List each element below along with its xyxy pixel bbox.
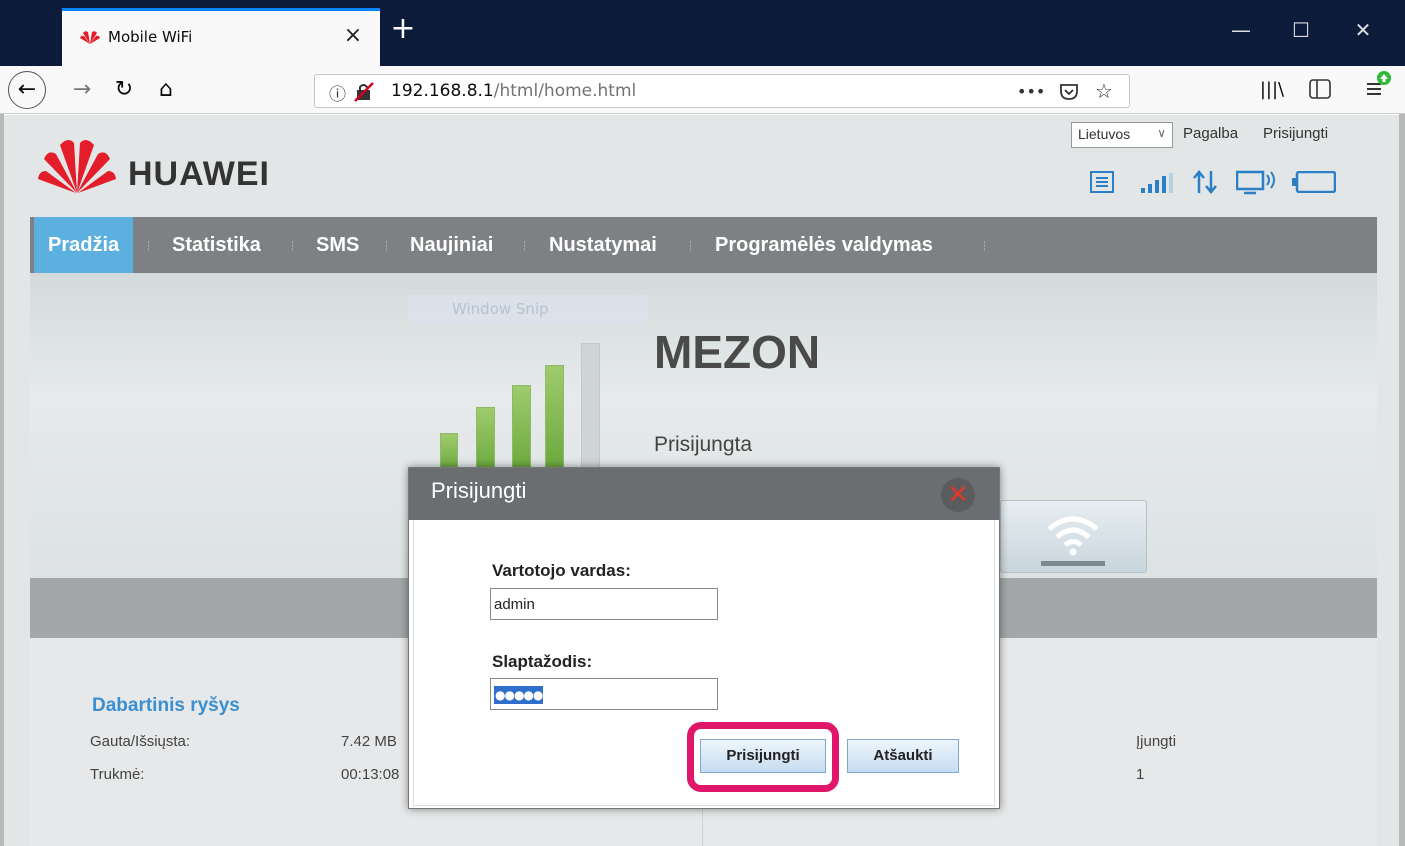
menu-item-sms[interactable]: SMS — [302, 217, 373, 273]
connection-status: Prisijungta — [654, 433, 753, 456]
close-icon[interactable]: ✕ — [941, 478, 975, 512]
url-host: 192.168.8.1 — [391, 81, 494, 101]
tab-close-icon[interactable]: × — [340, 23, 366, 49]
browser-navbar: ← → ↻ ⌂ ⓘ 192.168.8.1/html/home.html •••… — [0, 66, 1405, 114]
new-tab-icon[interactable]: + — [388, 14, 418, 44]
bookmark-star-icon[interactable]: ☆ — [1095, 79, 1113, 103]
help-link[interactable]: Pagalba — [1183, 125, 1238, 142]
huawei-favicon-icon — [80, 31, 100, 44]
url-bar[interactable]: ⓘ 192.168.8.1/html/home.html ••• ☆ — [314, 74, 1130, 108]
language-value: Lietuvos — [1078, 126, 1131, 142]
received-sent-label: Gauta/Išsiųsta: — [90, 733, 191, 750]
signal-icon — [1141, 173, 1173, 193]
received-sent-value: 7.42 MB — [341, 733, 397, 750]
duration-label: Trukmė: — [90, 766, 145, 783]
menu-separator — [386, 241, 388, 251]
login-submit-button[interactable]: Prisijungti — [700, 739, 826, 773]
forward-icon[interactable]: → — [64, 72, 100, 108]
library-icon[interactable]: |||\ — [1254, 72, 1290, 108]
data-transfer-icon — [1193, 170, 1217, 194]
url-text[interactable]: 192.168.8.1/html/home.html — [391, 81, 636, 101]
menu-item-programeles-valdymas[interactable]: Programėlės valdymas — [701, 217, 947, 273]
wifi-icon — [1041, 516, 1105, 566]
dialog-title: Prisijungti — [431, 478, 527, 503]
battery-icon — [1292, 171, 1336, 193]
chevron-down-icon: ∨ — [1157, 126, 1166, 140]
menu-separator — [148, 241, 150, 251]
viewport-border — [1399, 114, 1405, 846]
huawei-logo-icon — [38, 139, 116, 193]
reload-icon[interactable]: ↻ — [106, 72, 142, 108]
signal-bar-3 — [512, 385, 531, 473]
sidebar-icon[interactable] — [1309, 79, 1331, 99]
operator-name: MEZON — [654, 326, 821, 378]
count-value: 1 — [1136, 766, 1145, 783]
maximize-icon[interactable]: ☐ — [1281, 18, 1321, 42]
menu-separator — [524, 241, 526, 251]
main-menu: Pradžia Statistika SMS Naujiniai Nustaty… — [30, 217, 1377, 273]
dialog-body: Vartotojo vardas: Slaptažodis: ●●●●● Pri… — [413, 520, 995, 806]
window-close-icon[interactable]: ✕ — [1343, 18, 1383, 42]
current-connection-title: Dabartinis ryšys — [92, 695, 240, 716]
signal-bar-5 — [581, 343, 600, 473]
home-icon[interactable]: ⌂ — [148, 72, 184, 108]
wifi-clients-icon — [1236, 170, 1275, 195]
language-select[interactable]: Lietuvos ∨ — [1071, 122, 1173, 148]
menu-separator — [690, 241, 692, 251]
menu-item-naujiniai[interactable]: Naujiniai — [396, 217, 507, 273]
brand-name: HUAWEI — [128, 155, 270, 193]
menu-item-pradzia[interactable]: Pradžia — [34, 217, 134, 273]
duration-value: 00:13:08 — [341, 766, 400, 783]
page-actions-icon[interactable]: ••• — [1017, 82, 1045, 101]
username-label: Vartotojo vardas: — [492, 561, 631, 580]
dialog-header: Prisijungti ✕ — [409, 468, 999, 520]
back-icon[interactable]: ← — [8, 71, 46, 109]
menu-update-icon[interactable] — [1364, 70, 1392, 100]
login-link[interactable]: Prisijungti — [1263, 125, 1328, 142]
minimize-icon[interactable]: — — [1221, 18, 1261, 42]
insecure-lock-icon[interactable] — [353, 82, 375, 102]
menu-separator — [292, 241, 294, 251]
status-value: Įjungti — [1136, 733, 1177, 750]
status-icons — [1086, 167, 1346, 197]
signal-bar-4 — [545, 365, 564, 473]
info-icon[interactable]: ⓘ — [329, 80, 346, 105]
url-path: /html/home.html — [493, 81, 637, 101]
sms-icon[interactable] — [1090, 171, 1114, 193]
tab-title: Mobile WiFi — [108, 28, 193, 46]
username-input[interactable] — [490, 588, 718, 620]
signal-bar-2 — [476, 407, 495, 473]
menu-separator — [984, 241, 986, 251]
browser-tab[interactable]: Mobile WiFi × — [62, 8, 380, 66]
menu-item-statistika[interactable]: Statistika — [158, 217, 275, 273]
wifi-toggle-button[interactable] — [1000, 500, 1147, 573]
menu-item-nustatymai[interactable]: Nustatymai — [535, 217, 671, 273]
password-label: Slaptažodis: — [492, 652, 593, 671]
window-snip-overlay: Window Snip — [408, 295, 648, 325]
pocket-icon[interactable] — [1059, 82, 1079, 102]
browser-titlebar: Mobile WiFi × + — ☐ ✕ — [0, 0, 1405, 66]
login-dialog: Prisijungti ✕ Vartotojo vardas: Slaptažo… — [408, 467, 1000, 809]
cancel-button[interactable]: Atšaukti — [847, 739, 959, 773]
password-masked-value: ●●●●● — [494, 686, 543, 704]
